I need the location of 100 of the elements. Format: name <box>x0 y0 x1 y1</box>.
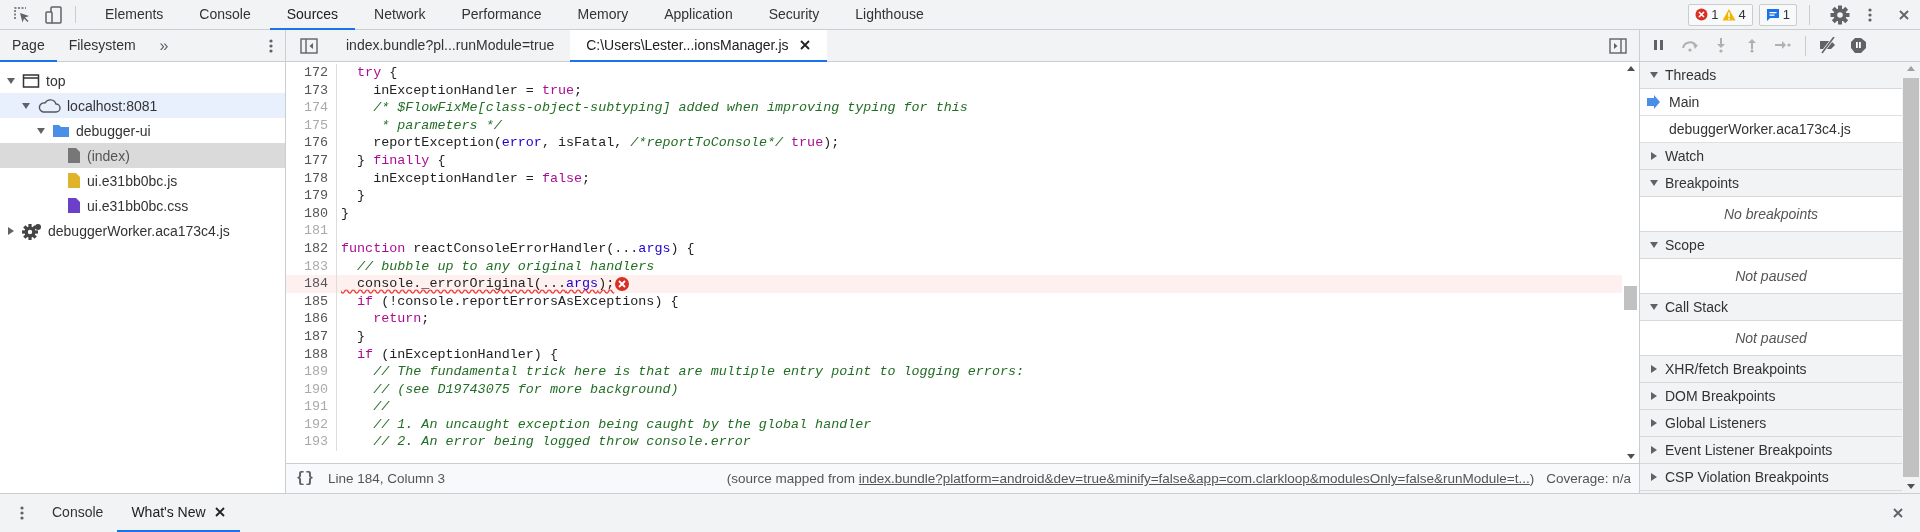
scrollbar-thumb[interactable] <box>1624 286 1637 310</box>
toggle-sidebar-icon[interactable] <box>300 37 318 54</box>
cloud-icon <box>37 97 61 114</box>
item-label: ui.e31bb0bc.css <box>87 197 189 214</box>
expanded-triangle-icon[interactable] <box>6 75 16 86</box>
messages-counter[interactable]: 1 <box>1758 3 1797 26</box>
tree-item[interactable]: ui.e31bb0bc.js <box>0 168 285 193</box>
tab-label: What's New <box>131 504 206 520</box>
gear-icon <box>22 221 42 240</box>
source-map-info: (source mapped from index.bundle?platform=android&dev=true&minify=false&app=com.clarkloop&modulesOnly=false&runModule=t...) <box>726 471 1535 486</box>
thread-item[interactable]: Main <box>1640 89 1902 116</box>
code-line: function reactConsoleErrorHandler(...args) { <box>341 239 695 258</box>
collapsed-triangle-icon <box>1649 418 1659 428</box>
section-title: Call Stack <box>1665 299 1729 315</box>
section-title: Watch <box>1665 148 1705 164</box>
expanded-triangle-icon <box>1649 178 1659 188</box>
code-line: // <box>372 398 390 416</box>
file-tab[interactable]: index.bundle?pl...runModule=true <box>330 30 571 62</box>
item-label: debugger-ui <box>76 122 151 139</box>
line-number: 176 <box>286 134 337 152</box>
pause-on-exceptions-icon[interactable] <box>1850 37 1868 54</box>
settings-icon[interactable] <box>1830 4 1850 25</box>
tree-item[interactable]: localhost:8081 <box>0 93 285 118</box>
expanded-triangle-icon[interactable] <box>21 100 31 111</box>
panel-tab[interactable]: Performance <box>444 0 559 30</box>
item-label: ui.e31bb0bc.js <box>87 172 178 189</box>
issues-counter[interactable]: 1 4 <box>1688 3 1753 26</box>
section-title: Breakpoints <box>1665 175 1739 191</box>
drawer-tab[interactable]: Console <box>38 494 118 532</box>
scrollbar-thumb[interactable] <box>1903 78 1919 477</box>
code-line: try { <box>356 64 398 82</box>
tree-item[interactable]: (index) <box>0 143 285 168</box>
more-tabs-button[interactable]: » <box>147 30 181 61</box>
line-number: 192 <box>286 415 337 434</box>
message-icon <box>1765 7 1780 22</box>
item-label: debuggerWorker.aca173c4.js <box>48 222 230 239</box>
more-icon[interactable] <box>1868 6 1872 23</box>
panel-tab[interactable]: Application <box>647 0 750 30</box>
more-icon[interactable] <box>20 505 24 521</box>
panel-tab[interactable]: Network <box>357 0 443 30</box>
tree-item[interactable]: debugger-ui <box>0 118 285 143</box>
tree-item[interactable]: top <box>0 68 285 93</box>
code-line: reportException(error, isFatal, /*reportToConsole*/ true); <box>372 134 840 152</box>
line-number: 179 <box>286 187 337 205</box>
empty-message: No breakpoints <box>1640 197 1902 232</box>
thread-name: debuggerWorker.aca173c4.js <box>1669 121 1851 137</box>
line-number: 188 <box>286 345 337 364</box>
panel-tab[interactable]: Console <box>182 0 268 30</box>
tree-item[interactable]: ui.e31bb0bc.css <box>0 193 285 218</box>
code-line: if (inExceptionHandler) { <box>356 345 558 364</box>
pretty-print-button[interactable]: {} <box>286 470 328 487</box>
line-number: 190 <box>286 380 337 399</box>
error-icon <box>614 275 631 292</box>
item-label: localhost:8081 <box>67 97 158 114</box>
file-tab[interactable]: C:\Users\Lester...ionsManager.js <box>570 30 827 62</box>
code-line: // 1. An uncaught exception being caught by the global handler <box>372 415 872 434</box>
navigator-tab[interactable]: Filesystem <box>56 30 148 62</box>
line-number: 187 <box>286 327 337 346</box>
line-number: 174 <box>286 99 337 117</box>
line-number: 173 <box>286 81 337 100</box>
device-icon[interactable] <box>45 5 63 24</box>
section-title: CSP Violation Breakpoints <box>1665 469 1829 485</box>
section-title: DOM Breakpoints <box>1665 388 1776 404</box>
error-count: 1 <box>1711 7 1719 22</box>
line-number: 175 <box>286 116 337 135</box>
close-icon[interactable] <box>213 506 226 518</box>
tree-item[interactable]: debuggerWorker.aca173c4.js <box>0 218 285 243</box>
collapsed-triangle-icon <box>1649 445 1659 455</box>
navigator-tab[interactable]: Page <box>0 30 57 62</box>
more-icon[interactable] <box>269 37 273 54</box>
collapsed-triangle-icon <box>1649 391 1659 401</box>
panel-tab[interactable]: Security <box>751 0 837 30</box>
thread-item[interactable]: debuggerWorker.aca173c4.js <box>1640 116 1902 143</box>
empty-message: Not paused <box>1640 259 1902 294</box>
line-number: 172 <box>286 64 337 82</box>
line-number: 186 <box>286 310 337 328</box>
source-link[interactable]: index.bundle?platform=android&dev=true&minify=false&app=com.clarkloop&modulesOnly=false&runModule=t... <box>858 471 1530 486</box>
expanded-triangle-icon <box>1649 302 1659 312</box>
code-line: console._errorOriginal(...args); <box>356 275 615 293</box>
line-number: 181 <box>286 222 337 240</box>
tab-label: index.bundle?pl...runModule=true <box>346 37 555 53</box>
panel-tab[interactable]: Elements <box>88 0 181 30</box>
inspect-icon[interactable] <box>13 5 31 24</box>
code-line: // bubble up to any original handlers <box>356 257 655 276</box>
expanded-triangle-icon <box>1649 240 1659 250</box>
line-number: 177 <box>286 151 337 170</box>
toggle-sidebar-icon[interactable] <box>1609 37 1627 54</box>
panel-tab[interactable]: Lighthouse <box>838 0 941 30</box>
close-icon[interactable] <box>798 39 811 51</box>
code-line: } <box>341 204 350 223</box>
code-line: } <box>356 327 366 346</box>
window-icon <box>22 72 40 89</box>
drawer-tab[interactable]: What's New <box>117 494 240 532</box>
panel-tab[interactable]: Memory <box>560 0 646 30</box>
expanded-triangle-icon[interactable] <box>36 125 46 136</box>
code-line: inExceptionHandler = true; <box>372 81 583 100</box>
folder-icon <box>52 123 70 138</box>
deactivate-breakpoints-icon[interactable] <box>1819 37 1837 54</box>
collapsed-triangle-icon[interactable] <box>6 225 16 236</box>
code-line: return; <box>372 310 430 328</box>
